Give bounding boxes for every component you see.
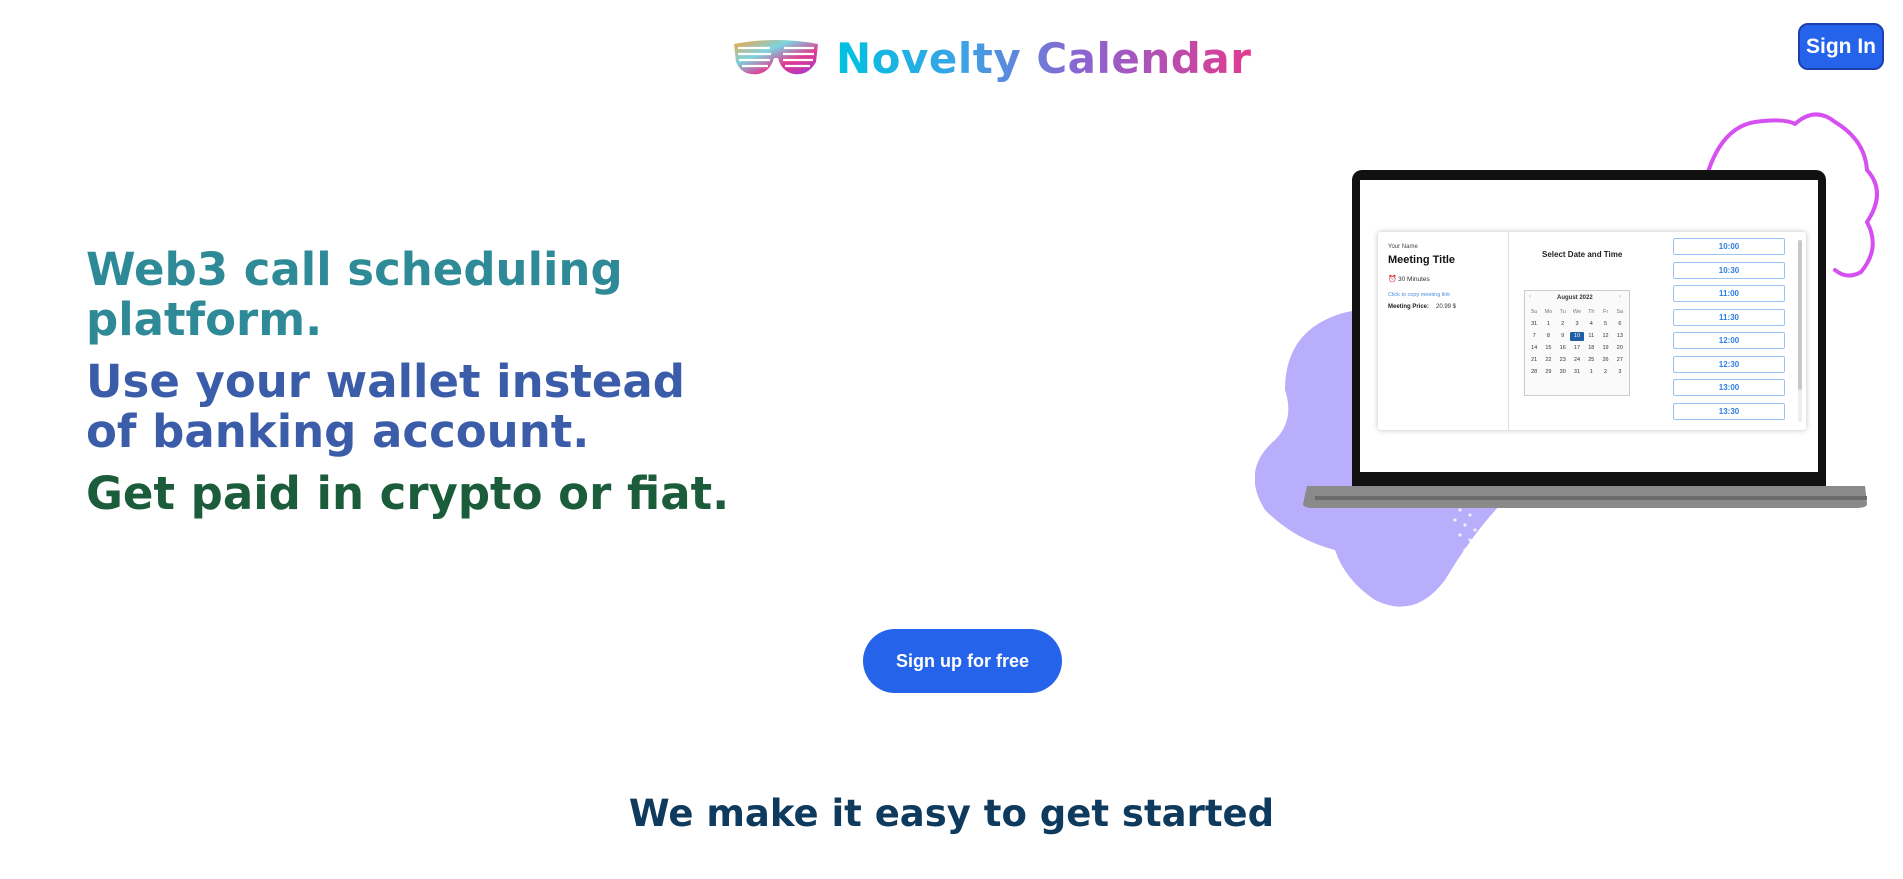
calendar-day[interactable]: 18 [1584, 344, 1598, 353]
calendar-day[interactable]: 25 [1584, 356, 1598, 365]
weekday-label: Fr [1602, 309, 1609, 315]
time-slot-button[interactable]: 12:30 [1673, 355, 1785, 373]
calendar-day[interactable]: 11 [1584, 332, 1598, 341]
calendar-day[interactable]: 28 [1527, 368, 1541, 377]
booking-widget: Your Name Meeting Title ⏰ 30 Minutes Cli… [1378, 232, 1806, 430]
hero-line-1: Web3 call scheduling platform. [86, 243, 623, 346]
calendar-day[interactable]: 22 [1541, 356, 1555, 365]
your-name-label: Your Name [1388, 244, 1418, 250]
calendar-day[interactable]: 20 [1613, 344, 1627, 353]
calendar-day[interactable]: 15 [1541, 344, 1555, 353]
calendar-day[interactable]: 8 [1541, 332, 1555, 341]
calendar-day[interactable]: 2 [1556, 320, 1570, 329]
next-month-icon[interactable]: › [1619, 294, 1621, 300]
party-glasses-icon [734, 40, 818, 75]
calendar-day[interactable]: 9 [1556, 332, 1570, 341]
calendar-day[interactable]: 2 [1598, 368, 1612, 377]
time-slot-button[interactable]: 12:00 [1673, 332, 1785, 349]
calendar-day[interactable]: 26 [1598, 356, 1612, 365]
calendar: ‹ August 2022 › Su Mo Tu We Th Fr Sa 31 1 2 3 4 5 6 7 8… [1524, 290, 1630, 396]
brand-logo[interactable]: Novelty Calendar [730, 32, 1251, 84]
price-label: Meeting Price: [1388, 304, 1430, 310]
calendar-day[interactable]: 4 [1584, 320, 1598, 329]
calendar-day[interactable]: 10 [1569, 332, 1585, 341]
time-slot-button[interactable]: 11:30 [1673, 308, 1785, 326]
calendar-day[interactable]: 1 [1541, 320, 1555, 329]
calendar-day[interactable]: 3 [1570, 320, 1584, 329]
weekday-label: Th [1588, 309, 1595, 315]
calendar-day[interactable]: 13 [1613, 332, 1627, 341]
weekday-label: Sa [1616, 309, 1624, 315]
hero-line-2a: Use your wallet instead [86, 355, 685, 408]
weekday-label: Tu [1559, 309, 1566, 315]
meeting-info-panel: Your Name Meeting Title ⏰ 30 Minutes Cli… [1378, 232, 1509, 430]
hero-line-3: Get paid in crypto or fiat. [86, 467, 730, 520]
time-slot-button[interactable]: 13:00 [1673, 379, 1785, 396]
weekday-label: We [1572, 309, 1582, 315]
time-slot-button[interactable]: 10:30 [1673, 261, 1785, 279]
calendar-day[interactable]: 27 [1613, 356, 1627, 365]
calendar-day[interactable]: 30 [1556, 368, 1570, 377]
calendar-day[interactable]: 1 [1584, 368, 1598, 377]
scrollbar[interactable] [1798, 240, 1802, 422]
calendar-day[interactable]: 29 [1541, 368, 1555, 377]
site-header: Novelty Calendar Sign In [0, 0, 1903, 110]
alarm-clock-icon: ⏰ [1388, 276, 1397, 283]
calendar-day[interactable]: 16 [1556, 344, 1570, 353]
calendar-day[interactable]: 6 [1613, 320, 1627, 329]
copy-link[interactable]: Click to copy meeting link [1388, 292, 1450, 298]
hero-line-2b: of banking account. [86, 405, 590, 458]
calendar-day[interactable]: 12 [1598, 332, 1612, 341]
price-value: 20.99 $ [1436, 304, 1457, 310]
prev-month-icon[interactable]: ‹ [1529, 294, 1531, 300]
select-heading: Select Date and Time [1542, 250, 1623, 259]
calendar-day[interactable]: 5 [1598, 320, 1612, 329]
time-slot-button[interactable]: 10:00 [1673, 238, 1785, 255]
calendar-month: August 2022 [1557, 295, 1593, 301]
calendar-day[interactable]: 3 [1613, 368, 1627, 377]
calendar-day[interactable]: 17 [1570, 344, 1584, 353]
weekday-label: Su [1530, 309, 1538, 315]
calendar-day[interactable]: 21 [1527, 356, 1541, 365]
calendar-day[interactable]: 23 [1556, 356, 1570, 365]
weekday-label: Mo [1544, 309, 1553, 315]
brand-name: Novelty Calendar [836, 33, 1252, 83]
calendar-day[interactable]: 31 [1527, 320, 1541, 329]
section-title: We make it easy to get started [628, 792, 1275, 835]
meeting-duration: 30 Minutes [1398, 276, 1430, 283]
laptop-screen: Your Name Meeting Title ⏰ 30 Minutes Cli… [1360, 180, 1818, 472]
calendar-day[interactable]: 24 [1570, 356, 1584, 365]
calendar-day[interactable]: 7 [1527, 332, 1541, 341]
calendar-day[interactable]: 31 [1570, 368, 1584, 377]
meeting-title: Meeting Title [1388, 254, 1456, 266]
calendar-day[interactable]: 14 [1527, 344, 1541, 353]
time-slot-button[interactable]: 11:00 [1673, 285, 1785, 302]
sign-up-button[interactable]: Sign up for free [863, 629, 1062, 693]
calendar-day[interactable]: 19 [1598, 344, 1612, 353]
calendar-grid: Su Mo Tu We Th Fr Sa 31 1 2 3 4 5 6 7 8 9 10 11 12 13 14 15 16 1… [1527, 308, 1627, 377]
hero-text: Web3 call scheduling platform. Use your … [86, 245, 846, 519]
time-slot-button[interactable]: 13:30 [1673, 402, 1785, 420]
sign-in-button[interactable]: Sign In [1798, 23, 1884, 70]
